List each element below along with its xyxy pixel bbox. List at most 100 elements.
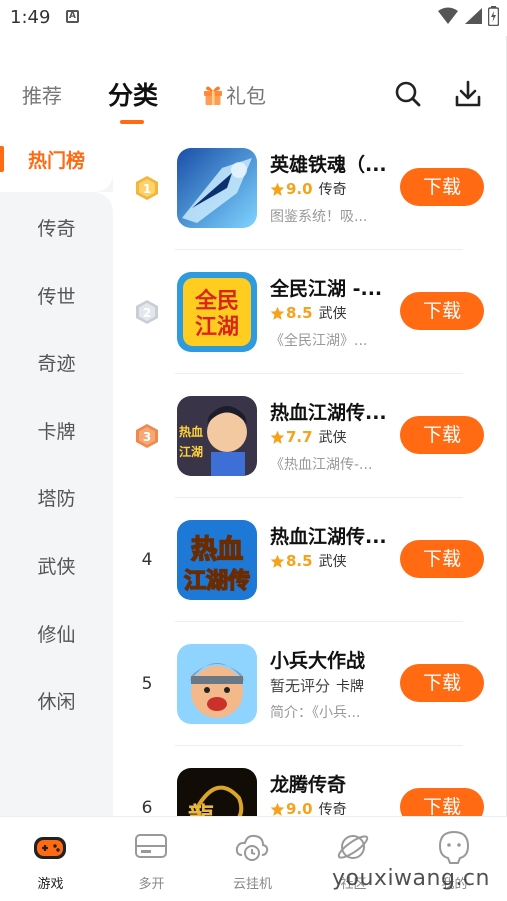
game-tag: 传奇 bbox=[318, 802, 347, 816]
tab-gift[interactable]: 礼包 bbox=[202, 80, 266, 109]
game-description: 《热血江湖传-... bbox=[270, 457, 373, 473]
sidebar-item-chuanshi[interactable]: 传世 bbox=[0, 282, 113, 309]
status-bar: 1:49 A bbox=[0, 0, 507, 36]
rank-number: 4 bbox=[141, 550, 153, 570]
svg-text:热血: 热血 bbox=[191, 535, 243, 565]
download-icon bbox=[455, 80, 481, 107]
bottom-nav-cloud[interactable]: 云挂机 bbox=[202, 817, 303, 901]
bottom-nav-games[interactable]: 游戏 bbox=[0, 817, 101, 901]
game-thumbnail-icon: 龍 bbox=[177, 768, 257, 816]
svg-text:江湖: 江湖 bbox=[195, 315, 239, 340]
search-button[interactable] bbox=[394, 80, 422, 112]
game-score: 9.0 bbox=[270, 180, 313, 198]
gift-icon bbox=[204, 86, 222, 105]
game-description: 图鉴系统！吸... bbox=[270, 209, 368, 225]
game-tag: 武侠 bbox=[318, 554, 347, 570]
multi-window-icon bbox=[135, 834, 167, 858]
game-meta: 9.0 传奇 bbox=[270, 799, 347, 816]
game-icon[interactable]: 热血 江湖传 bbox=[177, 520, 257, 600]
game-description: 简介：《小兵... bbox=[270, 705, 361, 721]
svg-text:热血: 热血 bbox=[179, 424, 203, 439]
game-name: 热血江湖传... bbox=[270, 526, 387, 548]
battery-icon bbox=[488, 6, 499, 26]
svg-text:全民: 全民 bbox=[194, 288, 239, 314]
game-tag: 武侠 bbox=[318, 306, 347, 322]
star-icon bbox=[270, 306, 285, 320]
download-button[interactable]: 下载 bbox=[400, 788, 484, 816]
game-name: 热血江湖传... bbox=[270, 402, 387, 424]
rank-number: 6 bbox=[141, 798, 153, 816]
tab-active-indicator bbox=[120, 120, 144, 124]
notification-icon: A bbox=[66, 10, 79, 23]
svg-text:江湖: 江湖 bbox=[179, 444, 203, 459]
gamepad-icon bbox=[34, 837, 66, 859]
game-score: 8.5 bbox=[270, 304, 313, 322]
sidebar-item-tower-defense[interactable]: 塔防 bbox=[0, 484, 113, 511]
game-tag: 武侠 bbox=[318, 430, 347, 446]
rank-number: 5 bbox=[141, 674, 153, 694]
download-button[interactable]: 下载 bbox=[400, 416, 484, 454]
download-button[interactable]: 下载 bbox=[400, 292, 484, 330]
bottom-nav-multi-open[interactable]: 多开 bbox=[101, 817, 202, 901]
game-meta: 9.0 传奇 bbox=[270, 179, 347, 199]
profile-face-icon bbox=[438, 830, 470, 864]
game-thumbnail-icon: 全民江湖 bbox=[177, 272, 257, 352]
game-row[interactable]: 5 小兵大作战 暂无评分 卡牌 简介：《小兵... 下载 bbox=[113, 622, 507, 746]
game-icon[interactable]: 龍 bbox=[177, 768, 257, 816]
game-row[interactable]: 3 热血江湖 热血江湖传... 7.7 武侠 《热血江湖传-... 下载 bbox=[113, 374, 507, 498]
game-row[interactable]: 2 全民 江湖 全民江湖 -... 8.5 武侠 《全民江湖》... 下载 bbox=[113, 250, 507, 374]
sidebar-item-casual[interactable]: 休闲 bbox=[0, 687, 113, 714]
download-button[interactable]: 下载 bbox=[400, 540, 484, 578]
game-name: 龙腾传奇 bbox=[270, 774, 347, 796]
sidebar-item-wuxia[interactable]: 武侠 bbox=[0, 552, 113, 579]
tab-gift-label: 礼包 bbox=[226, 84, 266, 108]
tab-recommend[interactable]: 推荐 bbox=[22, 80, 62, 109]
svg-text:2: 2 bbox=[143, 306, 151, 320]
game-row[interactable]: 1 英雄铁魂（... 9.0 传奇 图鉴系统！吸... 下载 bbox=[113, 126, 507, 250]
game-icon[interactable]: 热血 江湖 bbox=[177, 396, 257, 476]
game-row[interactable]: 4 热血江湖传 热血江湖传... 8.5 武侠 下载 bbox=[113, 498, 507, 622]
game-thumbnail-icon bbox=[177, 148, 257, 228]
star-icon bbox=[270, 182, 285, 196]
sidebar-item-miracle[interactable]: 奇迹 bbox=[0, 349, 113, 376]
game-thumbnail-icon: 热血江湖传 bbox=[177, 520, 257, 600]
signal-icon bbox=[465, 8, 482, 24]
svg-text:江湖传: 江湖传 bbox=[184, 569, 250, 594]
top-tab-bar: 推荐 分类 礼包 bbox=[0, 70, 507, 126]
game-meta: 8.5 武侠 bbox=[270, 551, 347, 571]
wifi-icon bbox=[438, 7, 458, 24]
download-button[interactable]: 下载 bbox=[400, 168, 484, 206]
game-row[interactable]: 6 龍 龙腾传奇 9.0 传奇 下载 bbox=[113, 746, 507, 816]
sidebar-item-card[interactable]: 卡牌 bbox=[0, 417, 113, 444]
game-name: 英雄铁魂（... bbox=[270, 154, 387, 176]
svg-text:1: 1 bbox=[143, 182, 151, 196]
game-icon[interactable] bbox=[177, 644, 257, 724]
sidebar-corner bbox=[93, 192, 113, 212]
search-icon bbox=[395, 81, 421, 107]
category-sidebar: 热门榜 传奇 传世 奇迹 卡牌 塔防 武侠 修仙 休闲 bbox=[0, 126, 113, 816]
game-meta: 7.7 武侠 bbox=[270, 427, 347, 447]
game-score: 7.7 bbox=[270, 428, 313, 446]
download-manager-button[interactable] bbox=[454, 80, 482, 112]
game-icon[interactable]: 全民 江湖 bbox=[177, 272, 257, 352]
sidebar-item-hot-ranking[interactable]: 热门榜 bbox=[0, 146, 113, 173]
sidebar-item-xiuxian[interactable]: 修仙 bbox=[0, 620, 113, 647]
status-indicators bbox=[438, 6, 499, 26]
bottom-nav-label: 云挂机 bbox=[232, 877, 272, 892]
game-thumbnail-icon: 热血江湖 bbox=[177, 396, 257, 476]
svg-text:3: 3 bbox=[143, 430, 151, 444]
star-icon bbox=[270, 554, 285, 568]
game-list: 1 英雄铁魂（... 9.0 传奇 图鉴系统！吸... 下载 2 全民 江湖 全民… bbox=[113, 126, 507, 816]
game-tag: 传奇 bbox=[318, 182, 347, 198]
game-icon[interactable] bbox=[177, 148, 257, 228]
rank-gold-badge-icon: 1 bbox=[136, 176, 158, 200]
game-name: 全民江湖 -... bbox=[270, 278, 383, 300]
rank-silver-badge-icon: 2 bbox=[136, 300, 158, 324]
download-button[interactable]: 下载 bbox=[400, 664, 484, 702]
game-score: 9.0 bbox=[270, 800, 313, 816]
planet-icon bbox=[337, 835, 369, 859]
rank-bronze-badge-icon: 3 bbox=[136, 424, 158, 448]
tab-category[interactable]: 分类 bbox=[108, 76, 158, 112]
sidebar-item-legend[interactable]: 传奇 bbox=[0, 214, 113, 241]
game-meta: 暂无评分 卡牌 bbox=[270, 675, 364, 696]
